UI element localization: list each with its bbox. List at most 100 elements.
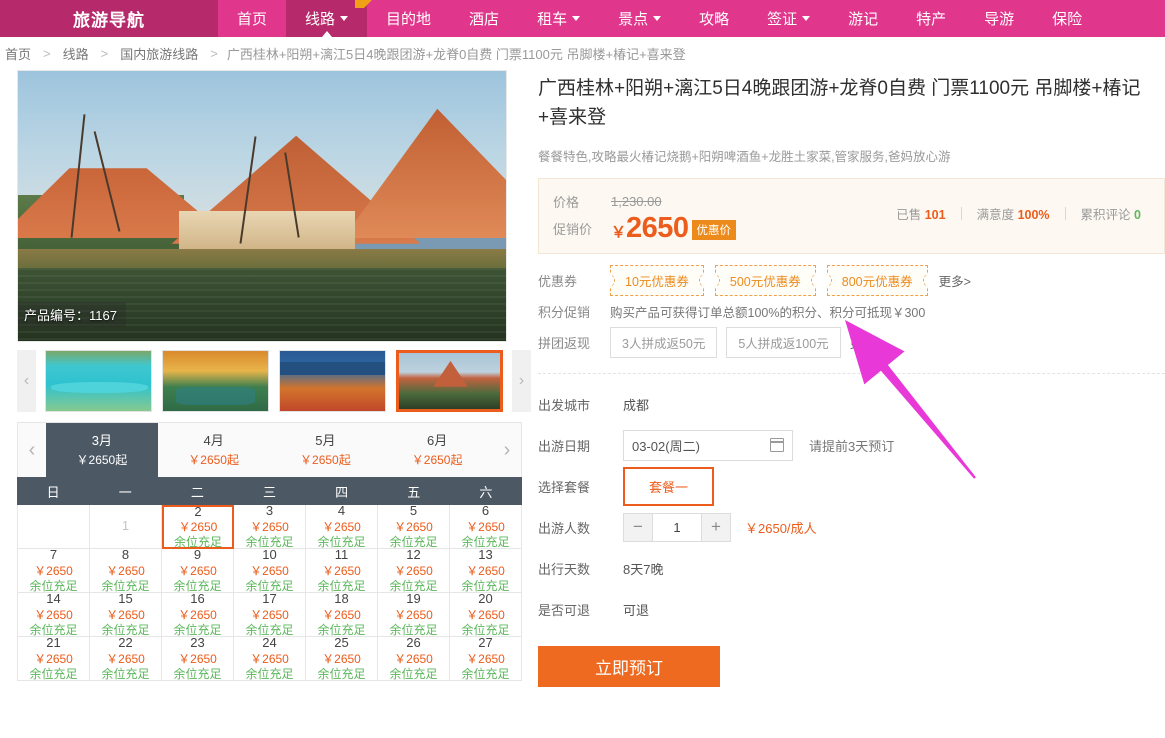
price-panel: 价格 1,230.00 促销价 ￥ 2650 优惠价 已售 101满意度 100… — [538, 178, 1165, 254]
calendar-day-cell-6[interactable]: 6￥2650余位充足 — [450, 505, 522, 549]
nav-item-线路[interactable]: 线路 — [286, 0, 367, 37]
calendar-month-name: 5月 — [315, 431, 335, 451]
nav-item-目的地[interactable]: 目的地 — [367, 0, 450, 37]
calendar-day-price: ￥2650 — [394, 564, 433, 579]
nav-item-label: 签证 — [767, 8, 797, 29]
calendar-day-cell-15[interactable]: 15￥2650余位充足 — [90, 593, 162, 637]
nav-item-景点[interactable]: 景点 — [599, 0, 680, 37]
calendar-day-cell-18[interactable]: 18￥2650余位充足 — [306, 593, 378, 637]
calendar-day-number: 18 — [334, 591, 348, 607]
nav-item-酒店[interactable]: 酒店 — [450, 0, 518, 37]
calendar-weekday-一: 一 — [89, 477, 161, 505]
calendar-day-cell-3[interactable]: 3￥2650余位充足 — [234, 505, 306, 549]
departure-date-row: 出游日期 03-02(周二) 请提前3天预订 — [538, 425, 1165, 466]
calendar-empty-cell — [18, 505, 90, 549]
coupon-2[interactable]: 500元优惠券 — [715, 265, 816, 296]
group-buy-option-1[interactable]: 3人拼成返50元 — [610, 327, 717, 358]
calendar-day-cell-19[interactable]: 19￥2650余位充足 — [378, 593, 450, 637]
coupon-3[interactable]: 800元优惠券 — [827, 265, 928, 296]
calendar-day-cell-23[interactable]: 23￥2650余位充足 — [162, 637, 234, 681]
calendar-prev-month-arrow[interactable]: ‹ — [18, 423, 46, 477]
calendar-day-stock: 余位充足 — [174, 535, 222, 550]
group-buy-more-link[interactable]: 更多> — [850, 333, 882, 352]
calendar-month-name: 4月 — [204, 431, 224, 451]
gallery-thumbnail-2[interactable] — [162, 350, 269, 412]
calendar-day-number: 14 — [46, 591, 60, 607]
calendar-day-price: ￥2650 — [106, 608, 145, 623]
gallery-thumbnail-4[interactable] — [396, 350, 503, 412]
calendar-weekday-header: 日一二三四五六 — [17, 477, 522, 505]
calendar-day-cell-10[interactable]: 10￥2650余位充足 — [234, 549, 306, 593]
nav-item-签证[interactable]: 签证 — [748, 0, 829, 37]
coupon-more-link[interactable]: 更多> — [939, 271, 971, 290]
nav-item-label: 租车 — [537, 8, 567, 29]
group-buy-option-2[interactable]: 5人拼成返100元 — [726, 327, 840, 358]
gallery-thumbnail-3[interactable] — [279, 350, 386, 412]
package-label: 选择套餐 — [538, 477, 623, 496]
calendar-day-price: ￥2650 — [34, 564, 73, 579]
nav-item-攻略[interactable]: 攻略 — [680, 0, 748, 37]
calendar-day-price: ￥2650 — [466, 608, 505, 623]
departure-date-input[interactable]: 03-02(周二) — [623, 430, 793, 461]
breadcrumb-item-3: 广西桂林+阳朔+漓江5日4晚跟团游+龙脊0自费 门票1100元 吊脚楼+椿记+喜… — [227, 44, 686, 63]
calendar-day-cell-12[interactable]: 12￥2650余位充足 — [378, 549, 450, 593]
calendar-next-month-arrow[interactable]: › — [493, 423, 521, 477]
calendar-weekday-四: 四 — [306, 477, 378, 505]
calendar-day-cell-7[interactable]: 7￥2650余位充足 — [18, 549, 90, 593]
calendar-day-price: ￥2650 — [466, 652, 505, 667]
calendar-day-cell-4[interactable]: 4￥2650余位充足 — [306, 505, 378, 549]
nav-item-游记[interactable]: 游记 — [829, 0, 897, 37]
calendar-day-price: ￥2650 — [250, 652, 289, 667]
calendar-day-cell-16[interactable]: 16￥2650余位充足 — [162, 593, 234, 637]
breadcrumb-item-2[interactable]: 国内旅游线路 — [117, 44, 201, 63]
coupon-1[interactable]: 10元优惠券 — [610, 265, 704, 296]
gallery-thumbnail-1[interactable] — [45, 350, 152, 412]
calendar-day-number: 22 — [118, 635, 132, 651]
calendar-month-tab-5月[interactable]: 5月￥2650起 — [270, 423, 382, 477]
calendar-day-cell-24[interactable]: 24￥2650余位充足 — [234, 637, 306, 681]
calendar-month-price: ￥2650起 — [412, 451, 463, 469]
site-logo[interactable]: 旅游导航 — [0, 0, 218, 37]
product-main-image[interactable]: 产品编号：1167 — [17, 70, 507, 342]
nav-item-导游[interactable]: 导游 — [965, 0, 1033, 37]
calendar-day-cell-9[interactable]: 9￥2650余位充足 — [162, 549, 234, 593]
package-option-button[interactable]: 套餐一 — [623, 467, 714, 506]
nav-item-特产[interactable]: 特产 — [897, 0, 965, 37]
calendar-day-cell-20[interactable]: 20￥2650余位充足 — [450, 593, 522, 637]
people-count-value[interactable]: 1 — [653, 513, 701, 542]
calendar-day-cell-22[interactable]: 22￥2650余位充足 — [90, 637, 162, 681]
book-now-button[interactable]: 立即预订 — [538, 646, 720, 687]
nav-item-label: 特产 — [916, 8, 946, 29]
people-increment-button[interactable]: + — [701, 513, 731, 542]
breadcrumb-item-1[interactable]: 线路 — [60, 44, 92, 63]
top-navigation-bar: 旅游导航 首页线路 目的地酒店租车 景点攻略签证 游记特产导游保险 — [0, 0, 1165, 37]
nav-item-label: 保险 — [1052, 8, 1082, 29]
chevron-down-icon — [340, 16, 348, 21]
calendar-day-cell-21[interactable]: 21￥2650余位充足 — [18, 637, 90, 681]
calendar-day-cell-25[interactable]: 25￥2650余位充足 — [306, 637, 378, 681]
calendar-day-cell-27[interactable]: 27￥2650余位充足 — [450, 637, 522, 681]
people-count-stepper: − 1 + — [623, 513, 731, 542]
calendar-day-cell-5[interactable]: 5￥2650余位充足 — [378, 505, 450, 549]
calendar-day-cell-14[interactable]: 14￥2650余位充足 — [18, 593, 90, 637]
page-root: 旅游导航 首页线路目的地酒店租车景点攻略签证游记特产导游保险 首页>线路>国内旅… — [0, 0, 1165, 738]
breadcrumb-item-0[interactable]: 首页 — [2, 44, 34, 63]
calendar-day-cell-2[interactable]: 2￥2650余位充足 — [162, 505, 234, 549]
thumbnail-prev-arrow[interactable]: ‹ — [17, 350, 36, 412]
points-row-label: 积分促销 — [538, 302, 610, 321]
calendar-month-tab-6月[interactable]: 6月￥2650起 — [381, 423, 493, 477]
calendar-month-tab-3月[interactable]: 3月￥2650起 — [46, 423, 158, 477]
calendar-day-stock: 余位充足 — [317, 667, 365, 682]
calendar-day-cell-11[interactable]: 11￥2650余位充足 — [306, 549, 378, 593]
calendar-day-cell-26[interactable]: 26￥2650余位充足 — [378, 637, 450, 681]
nav-item-label: 线路 — [305, 8, 335, 29]
calendar-day-cell-8[interactable]: 8￥2650余位充足 — [90, 549, 162, 593]
nav-item-首页[interactable]: 首页 — [218, 0, 286, 37]
nav-item-租车[interactable]: 租车 — [518, 0, 599, 37]
people-decrement-button[interactable]: − — [623, 513, 653, 542]
calendar-day-cell-13[interactable]: 13￥2650余位充足 — [450, 549, 522, 593]
nav-item-保险[interactable]: 保险 — [1033, 0, 1101, 37]
calendar-day-number: 1 — [122, 518, 129, 534]
calendar-day-cell-17[interactable]: 17￥2650余位充足 — [234, 593, 306, 637]
calendar-month-tab-4月[interactable]: 4月￥2650起 — [158, 423, 270, 477]
